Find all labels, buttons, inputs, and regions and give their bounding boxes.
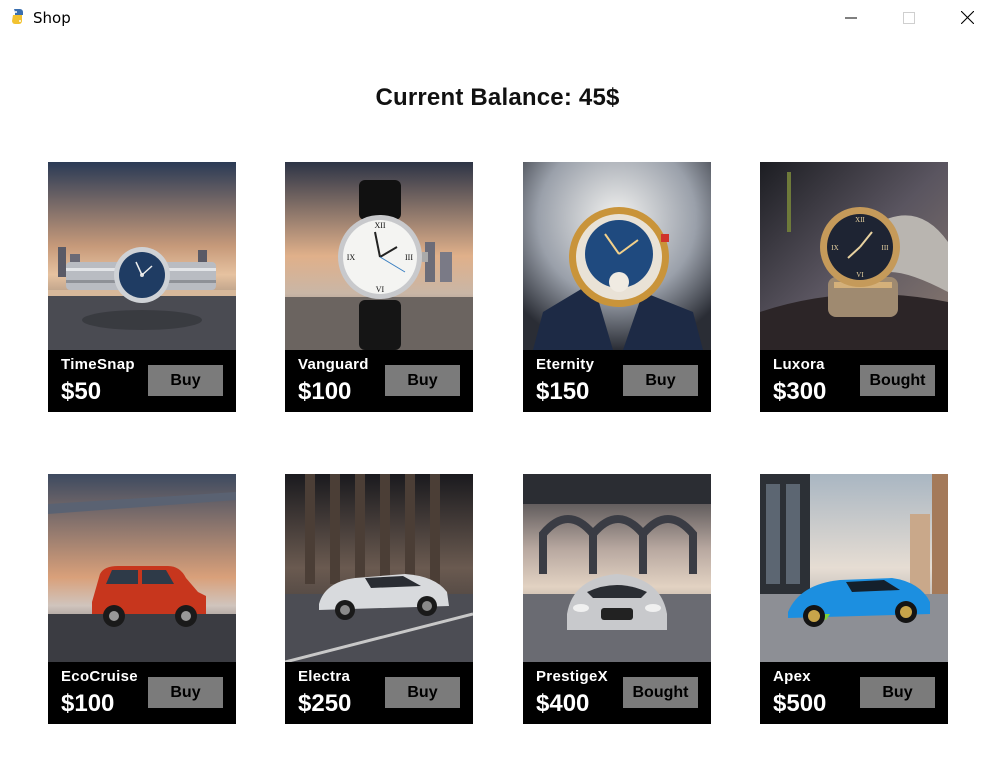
svg-text:IX: IX bbox=[347, 253, 356, 262]
minimize-button[interactable] bbox=[822, 0, 880, 35]
maximize-icon bbox=[903, 11, 915, 24]
product-name: Luxora bbox=[773, 356, 825, 373]
buy-button[interactable]: Buy bbox=[148, 677, 223, 708]
balance-text: Current Balance: 45$ bbox=[375, 84, 620, 111]
product-name: Electra bbox=[298, 668, 351, 685]
product-card-apex: Apex $500 Buy bbox=[760, 474, 948, 724]
product-price: $250 bbox=[298, 690, 352, 717]
svg-text:VI: VI bbox=[376, 285, 385, 294]
product-price: $400 bbox=[536, 690, 590, 717]
product-image-car bbox=[523, 474, 711, 662]
product-card-timesnap: TimeSnap $50 Buy bbox=[48, 162, 236, 412]
product-name: PrestigeX bbox=[536, 668, 608, 685]
product-name: TimeSnap bbox=[61, 356, 135, 373]
product-image-car bbox=[285, 474, 473, 662]
svg-text:VI: VI bbox=[856, 271, 864, 279]
product-price: $300 bbox=[773, 378, 827, 405]
product-card-prestigex: PrestigeX $400 Bought bbox=[523, 474, 711, 724]
svg-text:III: III bbox=[882, 244, 890, 252]
bought-button[interactable]: Bought bbox=[623, 677, 698, 708]
product-name: Apex bbox=[773, 668, 811, 685]
product-price: $100 bbox=[298, 378, 352, 405]
product-name: EcoCruise bbox=[61, 668, 138, 685]
close-icon bbox=[960, 11, 974, 24]
close-button[interactable] bbox=[938, 0, 995, 35]
product-image-watch: XII III VI IX bbox=[760, 162, 948, 350]
product-name: Eternity bbox=[536, 356, 595, 373]
window-title: Shop bbox=[33, 9, 71, 27]
svg-text:XII: XII bbox=[374, 221, 385, 230]
product-card-electra: Electra $250 Buy bbox=[285, 474, 473, 724]
product-price: $500 bbox=[773, 690, 827, 717]
current-balance: Current Balance: 45$ bbox=[0, 84, 995, 112]
product-image-watch bbox=[48, 162, 236, 350]
product-card-luxora: XII III VI IX Luxora $300 Bought bbox=[760, 162, 948, 412]
product-image-watch bbox=[523, 162, 711, 350]
product-name: Vanguard bbox=[298, 356, 369, 373]
svg-text:IX: IX bbox=[831, 244, 838, 252]
minimize-icon bbox=[845, 17, 857, 18]
product-card-vanguard: XII III VI IX Vanguard $100 Buy bbox=[285, 162, 473, 412]
buy-button[interactable]: Buy bbox=[385, 677, 460, 708]
snake-icon bbox=[8, 7, 28, 27]
svg-text:XII: XII bbox=[855, 216, 865, 224]
buy-button[interactable]: Buy bbox=[385, 365, 460, 396]
buy-button[interactable]: Buy bbox=[860, 677, 935, 708]
product-price: $50 bbox=[61, 378, 102, 405]
product-image-watch: XII III VI IX bbox=[285, 162, 473, 350]
maximize-button[interactable] bbox=[880, 0, 938, 35]
svg-text:III: III bbox=[405, 253, 413, 262]
buy-button[interactable]: Buy bbox=[623, 365, 698, 396]
product-price: $100 bbox=[61, 690, 115, 717]
buy-button[interactable]: Buy bbox=[148, 365, 223, 396]
product-image-car bbox=[48, 474, 236, 662]
title-bar: Shop bbox=[0, 0, 995, 35]
product-image-car bbox=[760, 474, 948, 662]
product-card-eternity: Eternity $150 Buy bbox=[523, 162, 711, 412]
product-card-ecocruise: EcoCruise $100 Buy bbox=[48, 474, 236, 724]
product-price: $150 bbox=[536, 378, 590, 405]
bought-button[interactable]: Bought bbox=[860, 365, 935, 396]
